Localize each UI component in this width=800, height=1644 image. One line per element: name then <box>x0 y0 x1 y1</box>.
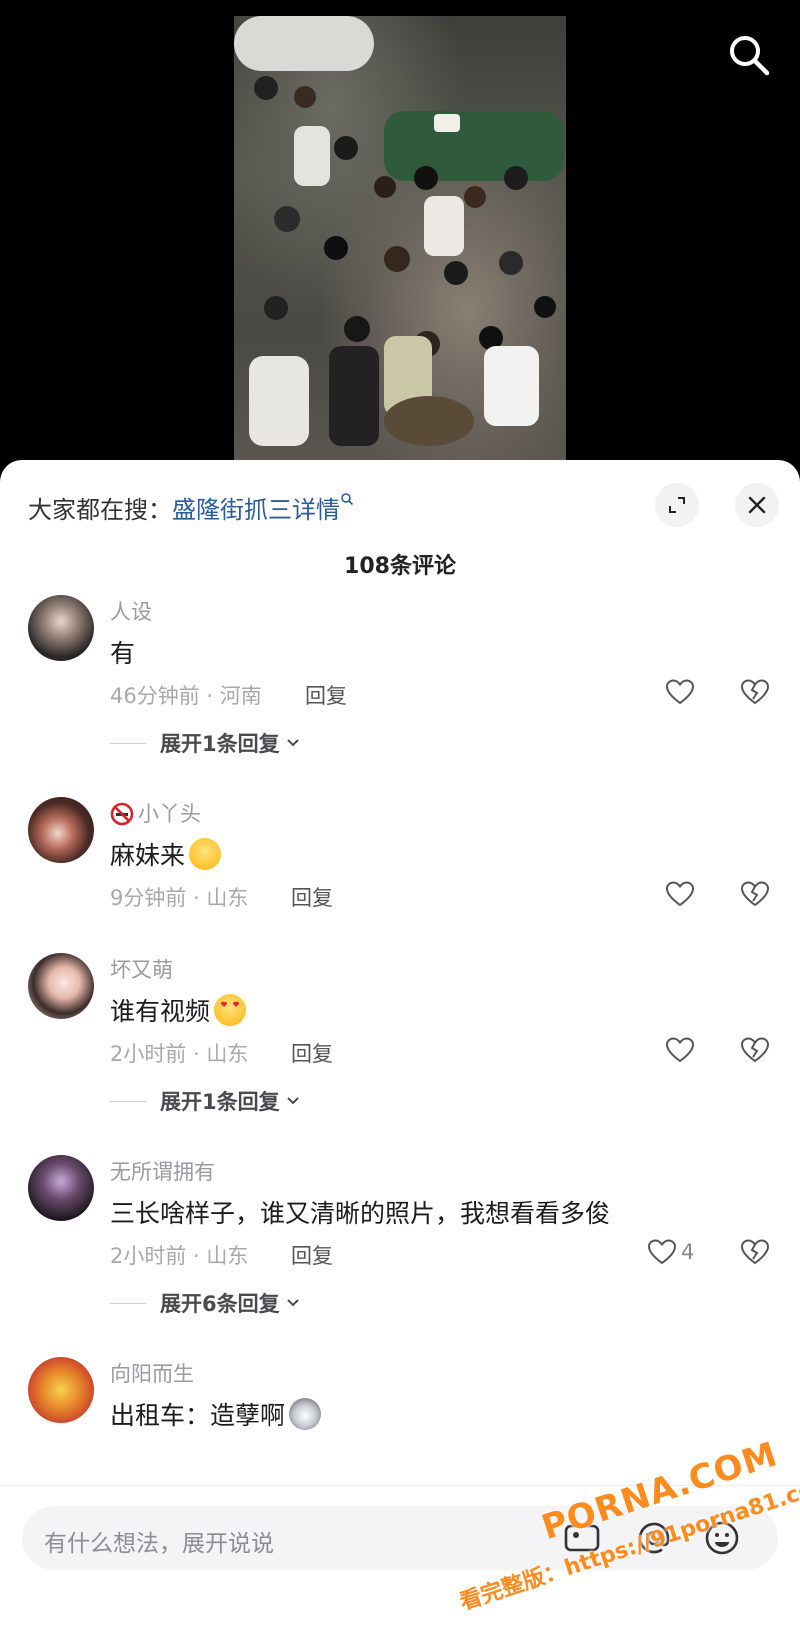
fullscreen-button[interactable] <box>655 483 699 527</box>
avatar[interactable] <box>28 1357 94 1423</box>
small-search-icon <box>341 493 354 506</box>
avatar[interactable] <box>28 797 94 863</box>
comment-text: 麻妹来 <box>110 841 186 870</box>
close-icon <box>748 496 766 514</box>
chevron-down-icon <box>286 1299 299 1307</box>
like-button[interactable] <box>665 880 695 908</box>
search-suggestion-link[interactable]: 盛隆街抓三详情 <box>172 496 340 524</box>
chevron-down-icon <box>286 739 299 747</box>
expand-replies[interactable]: 展开1条回复 <box>110 728 300 758</box>
dislike-button[interactable] <box>740 880 770 912</box>
comment-meta: 46分钟前 · 河南 <box>110 684 262 708</box>
broken-heart-icon <box>740 679 770 705</box>
comment-text-wrap: 出租车：造孽啊 <box>110 1396 322 1433</box>
comment-username[interactable]: 向阳而生 <box>110 1358 194 1388</box>
comment-input[interactable]: 有什么想法，展开说说 <box>22 1506 778 1570</box>
comment-username[interactable]: 无所谓拥有 <box>110 1156 215 1186</box>
comment-username: 小丫头 <box>138 802 201 826</box>
expand-icon <box>669 497 685 513</box>
like-button[interactable] <box>665 1036 695 1064</box>
divider <box>110 1100 146 1102</box>
comment-username[interactable]: 坏又萌 <box>110 954 173 984</box>
comment-text-wrap: 谁有视频 <box>110 992 247 1029</box>
like-count: 4 <box>681 1240 695 1264</box>
expand-replies[interactable]: 展开6条回复 <box>110 1288 300 1318</box>
video-player[interactable] <box>0 0 800 470</box>
expand-replies-label: 展开1条回复 <box>160 1090 280 1114</box>
avatar[interactable] <box>28 953 94 1019</box>
divider <box>110 1302 146 1304</box>
comment-text: 谁有视频 <box>110 997 211 1026</box>
like-button[interactable] <box>665 678 695 706</box>
comments-sheet: 大家都在搜：盛隆街抓三详情 108条评论 人设 有 46分钟前 · 河南 回复 … <box>0 460 800 1643</box>
heart-icon <box>665 1037 695 1063</box>
comment-text: 有 <box>110 639 136 668</box>
no-smoking-icon <box>110 802 134 826</box>
heart-eyes-emoji-icon <box>214 994 247 1026</box>
search-suggestion-prefix: 大家都在搜： <box>28 496 172 524</box>
avatar[interactable] <box>28 595 94 661</box>
broken-heart-icon <box>740 881 770 907</box>
search-suggestion[interactable]: 大家都在搜：盛隆街抓三详情 <box>28 490 354 525</box>
video-frame[interactable] <box>234 16 566 468</box>
like-button[interactable]: 4 <box>647 1238 694 1266</box>
comment-text: 出租车：造孽啊 <box>110 1401 286 1430</box>
expand-replies-label: 展开1条回复 <box>160 732 280 756</box>
smug-emoji-icon <box>189 838 222 870</box>
at-icon <box>638 1522 670 1554</box>
expand-replies-label: 展开6条回复 <box>160 1292 280 1316</box>
image-icon <box>564 1524 600 1552</box>
close-button[interactable] <box>735 483 779 527</box>
heart-icon <box>647 1239 677 1265</box>
avatar[interactable] <box>28 1155 94 1221</box>
comment-meta: 9分钟前 · 山东 <box>110 886 249 910</box>
emoji-icon <box>705 1521 739 1555</box>
comment-text-wrap: 麻妹来 <box>110 836 222 873</box>
chevron-down-icon <box>286 1097 299 1105</box>
reply-button[interactable]: 回复 <box>305 680 347 710</box>
mention-button[interactable] <box>634 1518 674 1558</box>
comment-username-wrap[interactable]: 小丫头 <box>110 798 201 828</box>
dislike-button[interactable] <box>740 1036 770 1068</box>
comment-meta: 2小时前 · 山东 <box>110 1244 249 1268</box>
divider <box>110 742 146 744</box>
broken-heart-icon <box>740 1037 770 1063</box>
broken-heart-icon <box>740 1239 770 1265</box>
comment-text: 三长啥样子，谁又清晰的照片，我想看看多俊 <box>110 1199 611 1228</box>
comment-input-bar: 有什么想法，展开说说 <box>0 1485 800 1644</box>
emoji-button[interactable] <box>702 1518 742 1558</box>
expand-replies[interactable]: 展开1条回复 <box>110 1086 300 1116</box>
heart-icon <box>665 679 695 705</box>
search-icon <box>730 36 770 76</box>
reply-button[interactable]: 回复 <box>291 1038 333 1068</box>
dislike-button[interactable] <box>740 1238 770 1270</box>
comment-count: 108条评论 <box>344 554 456 579</box>
comment-meta: 2小时前 · 山东 <box>110 1042 249 1066</box>
husky-emoji-icon <box>289 1398 322 1430</box>
image-button[interactable] <box>562 1518 602 1558</box>
comment-input-placeholder: 有什么想法，展开说说 <box>44 1531 274 1557</box>
heart-icon <box>665 881 695 907</box>
dislike-button[interactable] <box>740 678 770 710</box>
comment-username[interactable]: 人设 <box>110 596 152 626</box>
reply-button[interactable]: 回复 <box>291 1240 333 1270</box>
search-button[interactable] <box>726 32 772 78</box>
reply-button[interactable]: 回复 <box>291 882 333 912</box>
